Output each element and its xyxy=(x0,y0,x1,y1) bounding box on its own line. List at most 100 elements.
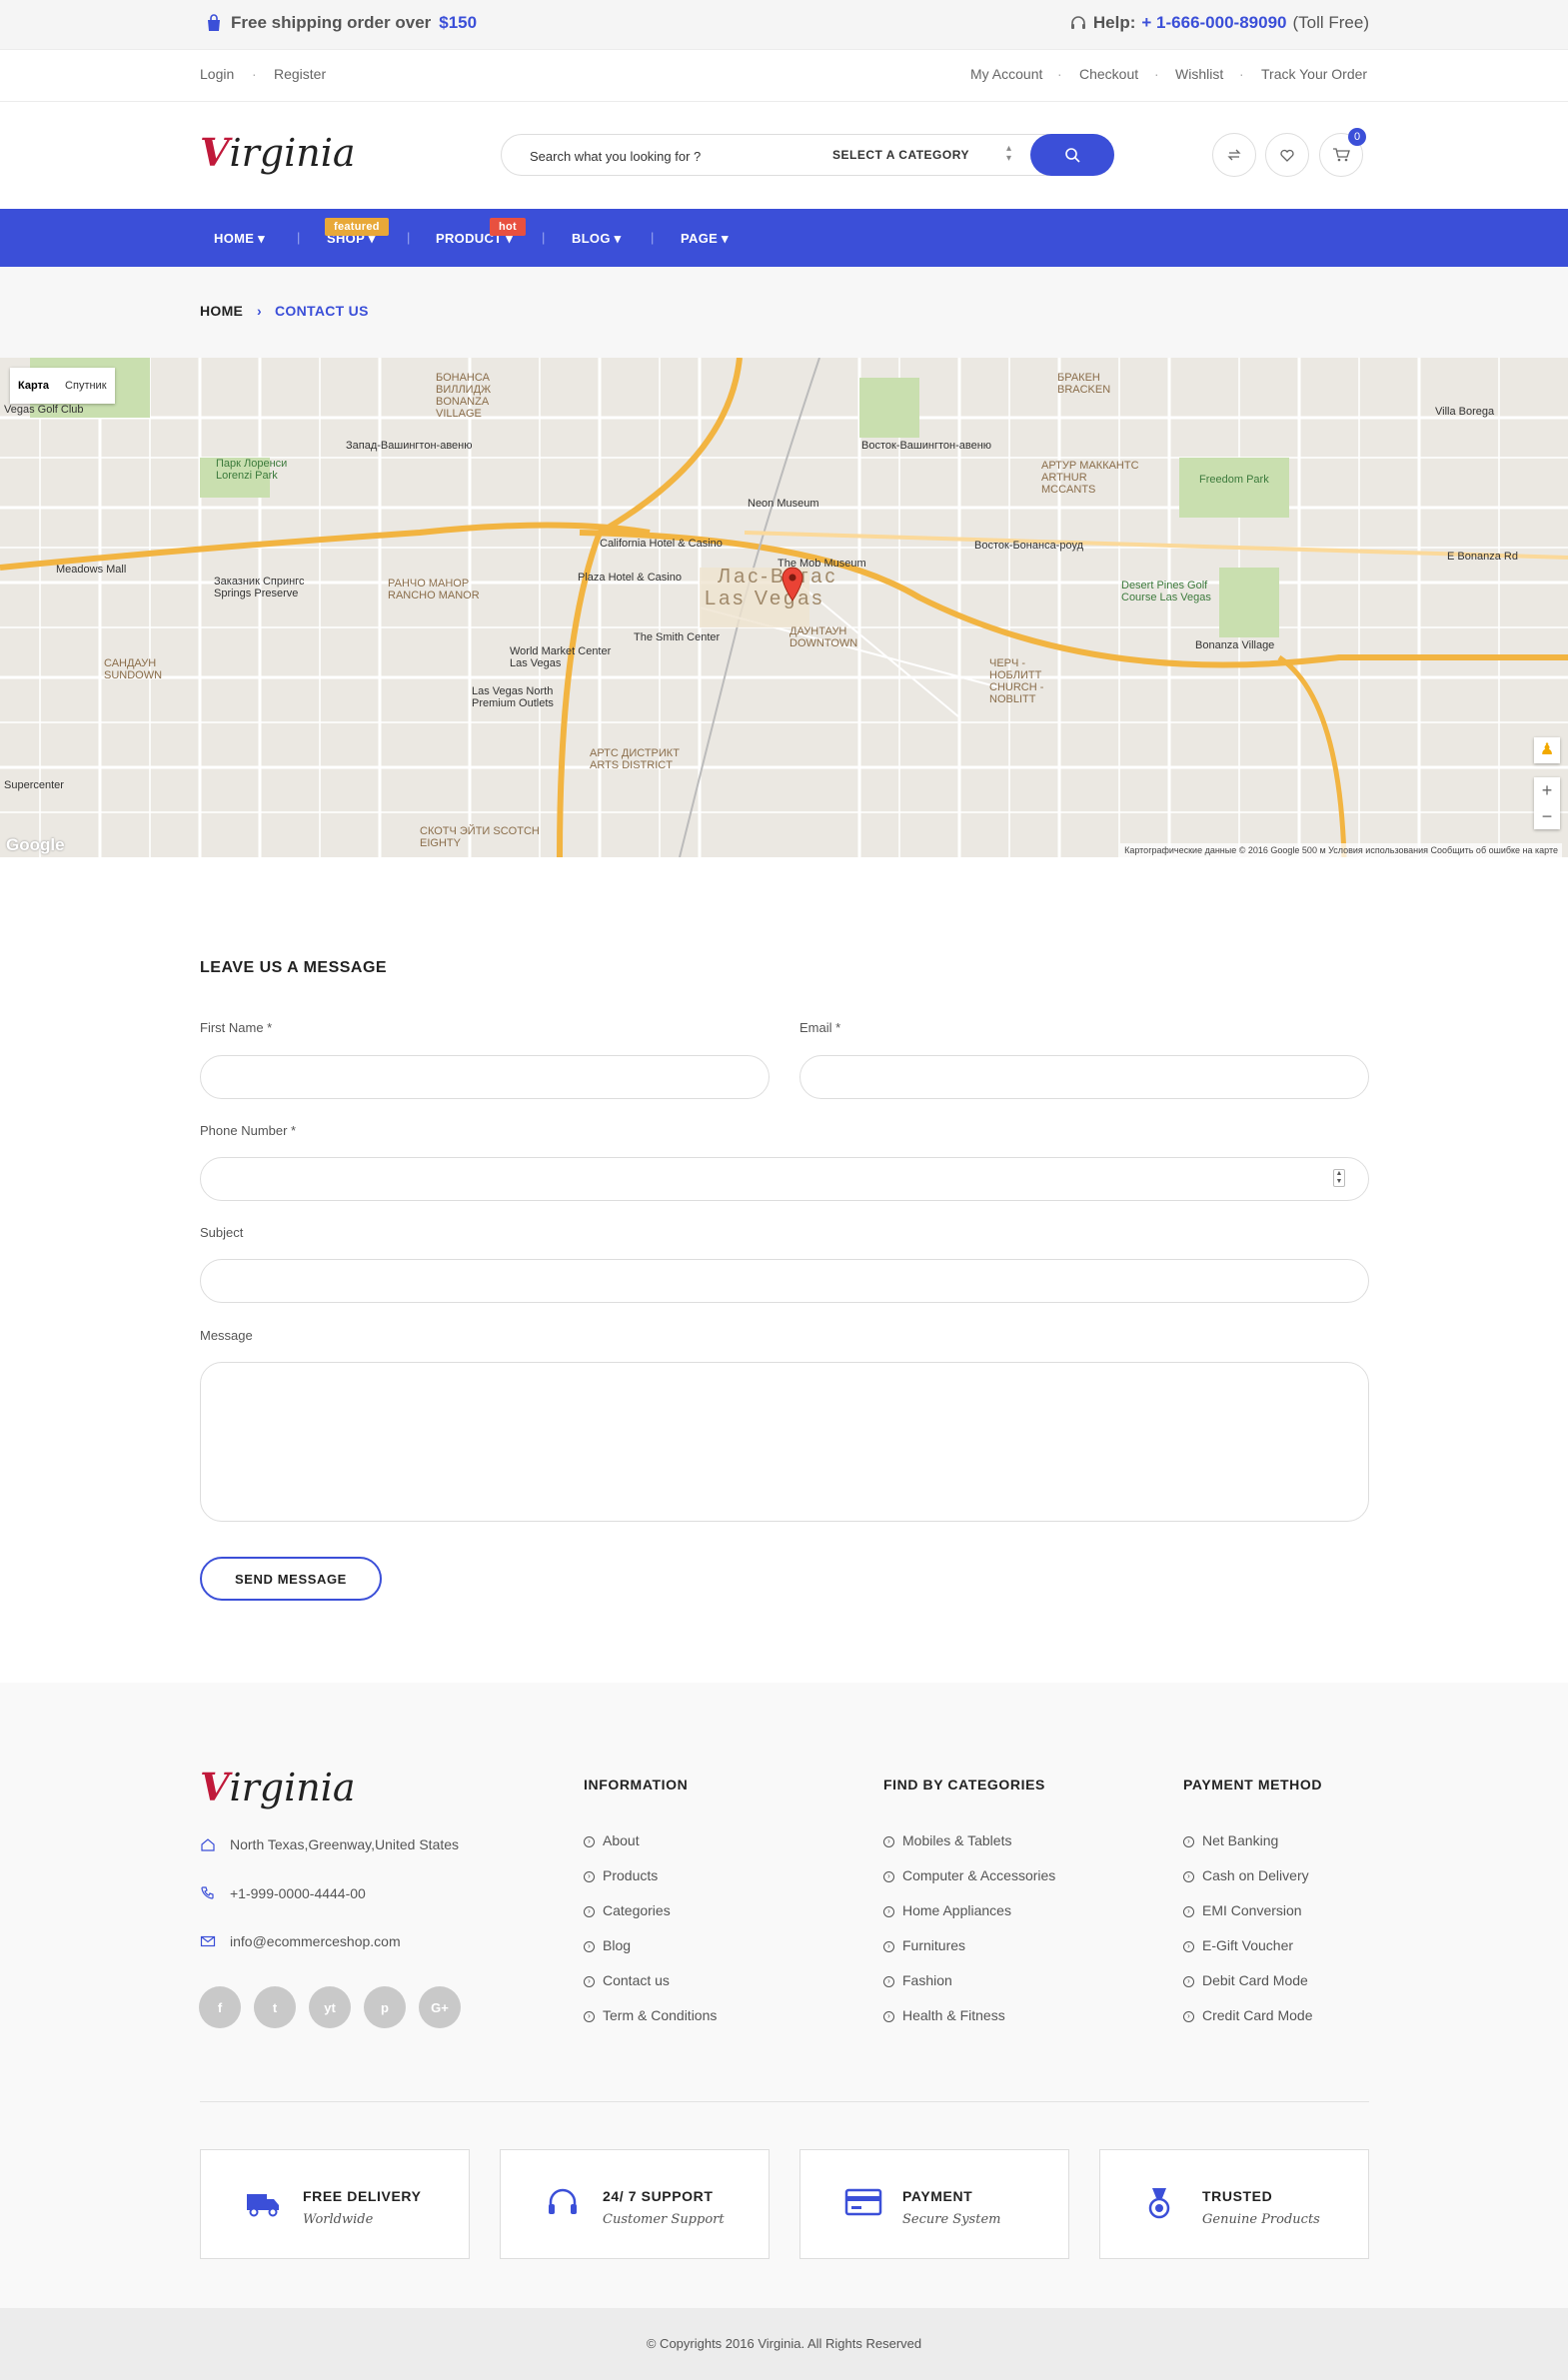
footer-link[interactable]: Health & Fitness xyxy=(883,2007,1055,2042)
search-input[interactable] xyxy=(530,145,809,167)
first-name-label: First Name * xyxy=(200,1020,273,1035)
my-account-link[interactable]: My Account xyxy=(970,66,1042,82)
send-message-button[interactable]: SEND MESSAGE xyxy=(200,1557,382,1601)
truck-icon xyxy=(247,2194,279,2217)
copyright: © Copyrights 2016 Virginia. All Rights R… xyxy=(0,2308,1568,2380)
zoom-in-button[interactable]: + xyxy=(1534,777,1560,803)
category-select[interactable]: SELECT A CATEGORY xyxy=(832,148,969,162)
top-bar: Free shipping order over $150 Help: + 1-… xyxy=(0,0,1568,50)
map-poi-plaza-hotel: Plaza Hotel & Casino xyxy=(578,572,682,584)
map-street-washington-w: Запад-Вашингтон-авеню xyxy=(346,440,473,452)
cart-button[interactable]: 0 xyxy=(1319,128,1366,177)
help-note: (Toll Free) xyxy=(1292,13,1369,32)
nav-separator: | xyxy=(651,230,655,245)
footer-link[interactable]: Blog xyxy=(584,1937,717,1972)
map-park-freedom: Freedom Park xyxy=(1199,474,1269,486)
footer-link[interactable]: Net Banking xyxy=(1183,1832,1313,1867)
feature-subtitle: Customer Support xyxy=(603,2212,725,2227)
map-poi-golf-club: Vegas Golf Club xyxy=(4,404,84,416)
wishlist-link[interactable]: Wishlist xyxy=(1175,66,1223,82)
message-field[interactable] xyxy=(200,1362,1369,1522)
subject-field[interactable] xyxy=(200,1259,1369,1303)
free-shipping-notice: Free shipping order over $150 xyxy=(205,13,477,33)
map-poi-springs-preserve: Заказник Спрингс Springs Preserve xyxy=(214,576,305,599)
footer-link[interactable]: E-Gift Voucher xyxy=(1183,1937,1313,1972)
facebook-icon[interactable]: f xyxy=(199,1986,241,2028)
search-icon xyxy=(1065,148,1080,163)
zoom-out-button[interactable]: − xyxy=(1534,803,1560,829)
google-plus-icon[interactable]: G+ xyxy=(419,1986,461,2028)
map-type-toggle: Карта Спутник xyxy=(10,368,115,404)
street-view-pegman-icon[interactable]: ♟ xyxy=(1534,737,1560,763)
map-attribution[interactable]: Картографические данные © 2016 Google 50… xyxy=(1120,843,1562,857)
site-logo[interactable]: Virginia xyxy=(200,130,356,175)
breadcrumb-home[interactable]: HOME xyxy=(200,303,243,319)
feature-trusted: TRUSTED Genuine Products xyxy=(1099,2149,1369,2259)
map-area-bonanza-village: БОНАНСА ВИЛЛИДЖ BONANZA VILLAGE xyxy=(436,372,492,420)
map-pin-icon xyxy=(782,567,803,601)
help-phone[interactable]: + 1-666-000-89090 xyxy=(1141,13,1286,33)
compare-button[interactable] xyxy=(1212,133,1256,177)
google-logo: Google xyxy=(6,835,65,854)
footer-list-information: About Products Categories Blog Contact u… xyxy=(584,1832,717,2042)
footer-link[interactable]: Products xyxy=(584,1867,717,1902)
map-park-lorenzi: Парк Лоренси Lorenzi Park xyxy=(216,458,288,482)
twitter-icon[interactable]: t xyxy=(254,1986,296,2028)
login-link[interactable]: Login xyxy=(200,66,234,82)
search-button[interactable] xyxy=(1030,134,1114,176)
feature-title: 24/ 7 SUPPORT xyxy=(603,2188,714,2204)
footer-link[interactable]: Debit Card Mode xyxy=(1183,1972,1313,2007)
nav-separator: | xyxy=(542,230,546,245)
map-type-map[interactable]: Карта xyxy=(10,368,57,404)
footer-link[interactable]: Categories xyxy=(584,1902,717,1937)
hot-tag: hot xyxy=(490,218,527,236)
nav-item-blog[interactable]: BLOG ▾ xyxy=(572,231,622,247)
map-area-sundown: САНДАУН SUNDOWN xyxy=(104,657,163,681)
footer-link[interactable]: Term & Conditions xyxy=(584,2007,717,2042)
cart-count-badge: 0 xyxy=(1348,128,1366,146)
search-bar: SELECT A CATEGORY ▴▾ xyxy=(501,134,1114,176)
email-field[interactable] xyxy=(799,1055,1369,1099)
map-area-arts-district: АРТС ДИСТРИКТ ARTS DISTRICT xyxy=(590,747,680,771)
track-order-link[interactable]: Track Your Order xyxy=(1261,66,1367,82)
feature-payment: PAYMENT Secure System xyxy=(799,2149,1069,2259)
footer-link[interactable]: About xyxy=(584,1832,717,1867)
cart-icon xyxy=(1333,148,1350,162)
location-map[interactable]: Las Vegas Лас-Вегас The Mob Museum Neon … xyxy=(0,358,1568,857)
footer-link[interactable]: Computer & Accessories xyxy=(883,1867,1055,1902)
nav-item-product[interactable]: PRODUCT ▾ hot xyxy=(436,218,527,247)
footer-link[interactable]: Fashion xyxy=(883,1972,1055,2007)
phone-icon xyxy=(201,1886,214,1899)
feature-free-delivery: FREE DELIVERY Worldwide xyxy=(200,2149,470,2259)
credit-card-icon xyxy=(844,2188,882,2216)
map-area-scotch-eighty: СКОТЧ ЭЙТИ SCOTCH EIGHTY xyxy=(420,825,540,849)
nav-item-shop[interactable]: SHOP ▾ featured xyxy=(325,218,389,247)
register-link[interactable]: Register xyxy=(274,66,326,82)
footer-link[interactable]: Contact us xyxy=(584,1972,717,2007)
footer-link[interactable]: Furnitures xyxy=(883,1937,1055,1972)
shopping-bag-icon xyxy=(208,14,220,31)
nav-item-page[interactable]: PAGE ▾ xyxy=(681,231,729,247)
feature-title: FREE DELIVERY xyxy=(303,2188,422,2204)
wishlist-button[interactable] xyxy=(1265,133,1309,177)
nav-separator: | xyxy=(297,230,301,245)
phone-field[interactable] xyxy=(200,1157,1369,1201)
heart-icon xyxy=(1280,149,1294,162)
number-stepper-icon[interactable]: ▲ ▼ xyxy=(1333,1169,1345,1187)
checkout-link[interactable]: Checkout xyxy=(1079,66,1138,82)
map-type-satellite[interactable]: Спутник xyxy=(57,368,114,404)
first-name-field[interactable] xyxy=(200,1055,770,1099)
footer-link[interactable]: Home Appliances xyxy=(883,1902,1055,1937)
footer-link[interactable]: Credit Card Mode xyxy=(1183,2007,1313,2042)
map-area-arthur-mccants: АРТУР МАККАНТС ARTHUR MCCANTS xyxy=(1041,460,1139,496)
footer-link[interactable]: Mobiles & Tablets xyxy=(883,1832,1055,1867)
footer-list-categories: Mobiles & Tablets Computer & Accessories… xyxy=(883,1832,1055,2042)
map-poi-california-hotel: California Hotel & Casino xyxy=(600,538,723,550)
pinterest-icon[interactable]: p xyxy=(364,1986,406,2028)
youtube-icon[interactable]: yt xyxy=(309,1986,351,2028)
separator-dot: · xyxy=(252,66,257,82)
footer-link[interactable]: Cash on Delivery xyxy=(1183,1867,1313,1902)
footer-link[interactable]: EMI Conversion xyxy=(1183,1902,1313,1937)
nav-item-home[interactable]: HOME ▾ xyxy=(214,231,265,247)
footer-logo[interactable]: Virginia xyxy=(200,1765,356,1809)
